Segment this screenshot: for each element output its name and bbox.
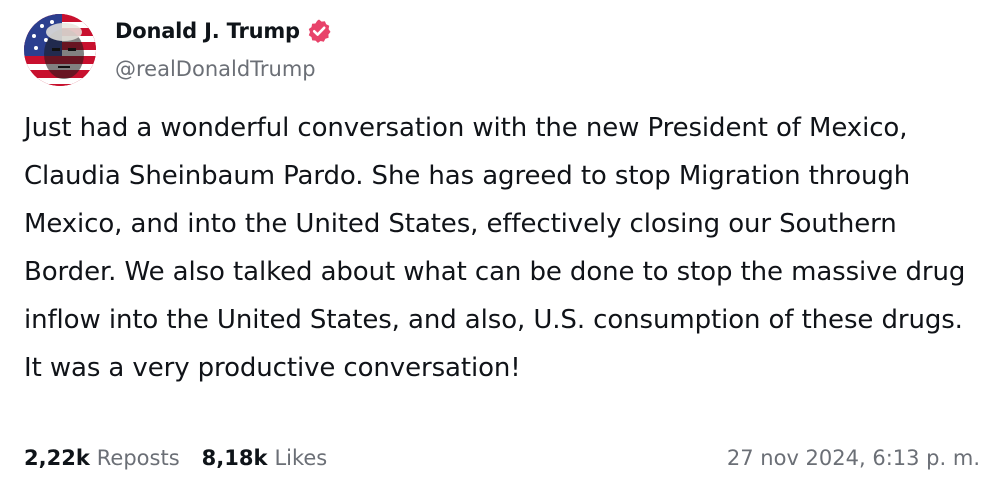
likes-stat[interactable]: 8,18k Likes	[202, 446, 328, 470]
author-display-name[interactable]: Donald J. Trump	[115, 19, 300, 43]
post-footer: 2,22k Reposts 8,18k Likes 27 nov 2024, 6…	[24, 446, 980, 470]
likes-count: 8,18k	[201, 446, 268, 470]
post-card: Donald J. Trump @realDonaldTrump Just ha…	[0, 0, 1000, 496]
likes-label: Likes	[274, 446, 328, 470]
avatar[interactable]	[24, 14, 96, 86]
author-handle[interactable]: @realDonaldTrump	[115, 57, 316, 81]
post-timestamp[interactable]: 27 nov 2024, 6:13 p. m.	[727, 446, 980, 470]
reposts-label: Reposts	[96, 446, 180, 470]
reposts-count: 2,22k	[24, 446, 90, 470]
author-name-row: Donald J. Trump	[115, 18, 332, 44]
profile-photo-icon	[24, 14, 96, 86]
verified-badge-icon	[306, 18, 332, 44]
post-text: Just had a wonderful conversation with t…	[24, 113, 966, 383]
reposts-stat[interactable]: 2,22k Reposts	[24, 446, 180, 470]
